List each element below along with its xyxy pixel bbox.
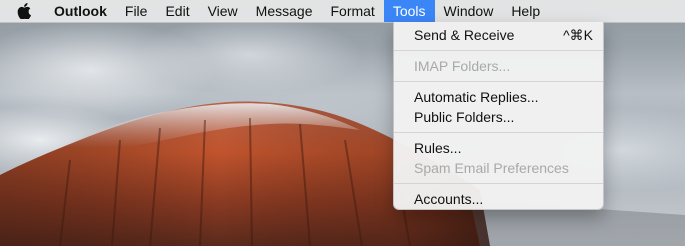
menu-message[interactable]: Message xyxy=(247,0,322,22)
menu-item-send-receive[interactable]: Send & Receive ^⌘K xyxy=(394,25,603,45)
menu-file[interactable]: File xyxy=(116,0,157,22)
menu-separator xyxy=(394,183,603,184)
menu-item-spam-preferences: Spam Email Preferences xyxy=(414,160,569,176)
menu-edit[interactable]: Edit xyxy=(156,0,198,22)
desktop: Outlook File Edit View Message Format To… xyxy=(0,0,685,246)
apple-logo-icon[interactable] xyxy=(14,0,34,22)
menu-bar: Outlook File Edit View Message Format To… xyxy=(0,0,685,23)
menu-item-accounts[interactable]: Accounts... xyxy=(394,189,603,209)
menu-separator xyxy=(394,132,603,133)
menu-format[interactable]: Format xyxy=(321,0,383,22)
tools-dropdown-menu: Send & Receive ^⌘K IMAP Folders... Autom… xyxy=(393,22,604,210)
send-receive-label: Send & Receive xyxy=(414,27,515,43)
menu-help[interactable]: Help xyxy=(502,0,549,22)
menu-view[interactable]: View xyxy=(199,0,247,22)
menu-separator xyxy=(394,81,603,82)
menu-separator xyxy=(394,50,603,51)
menu-item-imap-folders: IMAP Folders... xyxy=(414,58,511,74)
menu-item-rules[interactable]: Rules... xyxy=(394,138,603,158)
menu-window[interactable]: Window xyxy=(435,0,503,22)
menu-item-public-folders[interactable]: Public Folders... xyxy=(394,107,603,127)
menu-app-outlook[interactable]: Outlook xyxy=(54,0,116,22)
menu-item-automatic-replies[interactable]: Automatic Replies... xyxy=(394,87,603,107)
send-receive-shortcut: ^⌘K xyxy=(563,27,593,43)
menu-tools[interactable]: Tools xyxy=(383,0,435,22)
